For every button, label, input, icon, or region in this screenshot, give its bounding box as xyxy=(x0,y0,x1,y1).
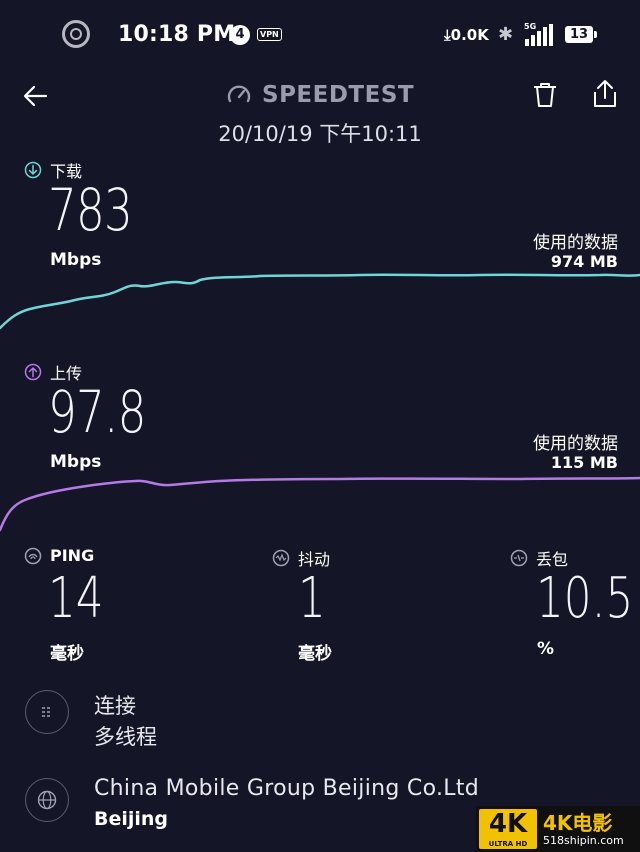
download-data-used-label: 使用的数据 xyxy=(533,233,618,253)
connection-value: 多线程 xyxy=(94,725,157,749)
ping-label-text: PING xyxy=(50,546,95,565)
upload-line xyxy=(0,476,640,532)
app-title: SPEEDTEST xyxy=(226,82,414,108)
battery-icon: 13 xyxy=(565,26,597,43)
page-title: SPEEDTEST xyxy=(262,82,415,108)
globe-icon xyxy=(25,778,69,822)
download-speed: 783 xyxy=(48,176,133,244)
status-time: 10:18 PM xyxy=(118,22,236,47)
delete-button[interactable] xyxy=(530,80,560,110)
network-speed: ⤓0.0K xyxy=(444,26,489,44)
jitter-unit: 毫秒 xyxy=(298,644,332,664)
jitter-value: 1 xyxy=(298,566,326,631)
upload-icon xyxy=(24,363,42,381)
connection-icon xyxy=(25,690,69,734)
watermark-badge-sub: ULTRA HD xyxy=(488,840,528,848)
download-arrow-icon: ⤓ xyxy=(444,26,451,44)
watermark-badge: 4K ULTRA HD xyxy=(479,809,537,849)
watermark-url: 518shipin.com xyxy=(543,833,624,847)
upload-data-used-label: 使用的数据 xyxy=(533,434,618,454)
watermark-logo: 4K ULTRA HD 4K电影 518shipin.com xyxy=(476,806,640,852)
download-speed-graph xyxy=(0,273,640,330)
ping-label: PING xyxy=(24,546,94,565)
connection-title: 连接 xyxy=(94,694,136,718)
packet-loss-unit: % xyxy=(537,639,555,659)
provider-name: China Mobile Group Beijing Co.Ltd xyxy=(94,776,480,801)
network-type: 5G xyxy=(524,22,537,31)
watermark-title: 4K电影 xyxy=(543,810,613,835)
ping-icon xyxy=(24,547,42,564)
upload-speed: 97.8 xyxy=(48,378,146,446)
test-date: 20/10/19 下午10:11 xyxy=(218,122,422,146)
back-button[interactable] xyxy=(20,80,52,112)
packet-loss-value: 10.5 xyxy=(536,566,634,631)
bluetooth-icon: ✱ xyxy=(498,24,514,45)
provider-location: Beijing xyxy=(94,808,169,830)
notification-badge: 4 xyxy=(230,25,250,45)
share-button[interactable] xyxy=(590,78,620,110)
upload-speed-graph xyxy=(0,476,640,532)
vpn-icon: VPN xyxy=(257,28,282,41)
status-app-icon xyxy=(62,20,90,48)
jitter-icon xyxy=(272,549,290,567)
upload-unit: Mbps xyxy=(50,452,102,472)
ping-value: 14 xyxy=(48,566,104,631)
download-line xyxy=(0,273,640,330)
network-speed-value: 0.0K xyxy=(450,26,489,44)
ping-unit: 毫秒 xyxy=(50,644,84,664)
speedometer-icon xyxy=(227,85,251,103)
packet-loss-icon xyxy=(510,549,528,567)
watermark-badge-text: 4K xyxy=(488,809,528,839)
download-icon xyxy=(24,161,42,179)
